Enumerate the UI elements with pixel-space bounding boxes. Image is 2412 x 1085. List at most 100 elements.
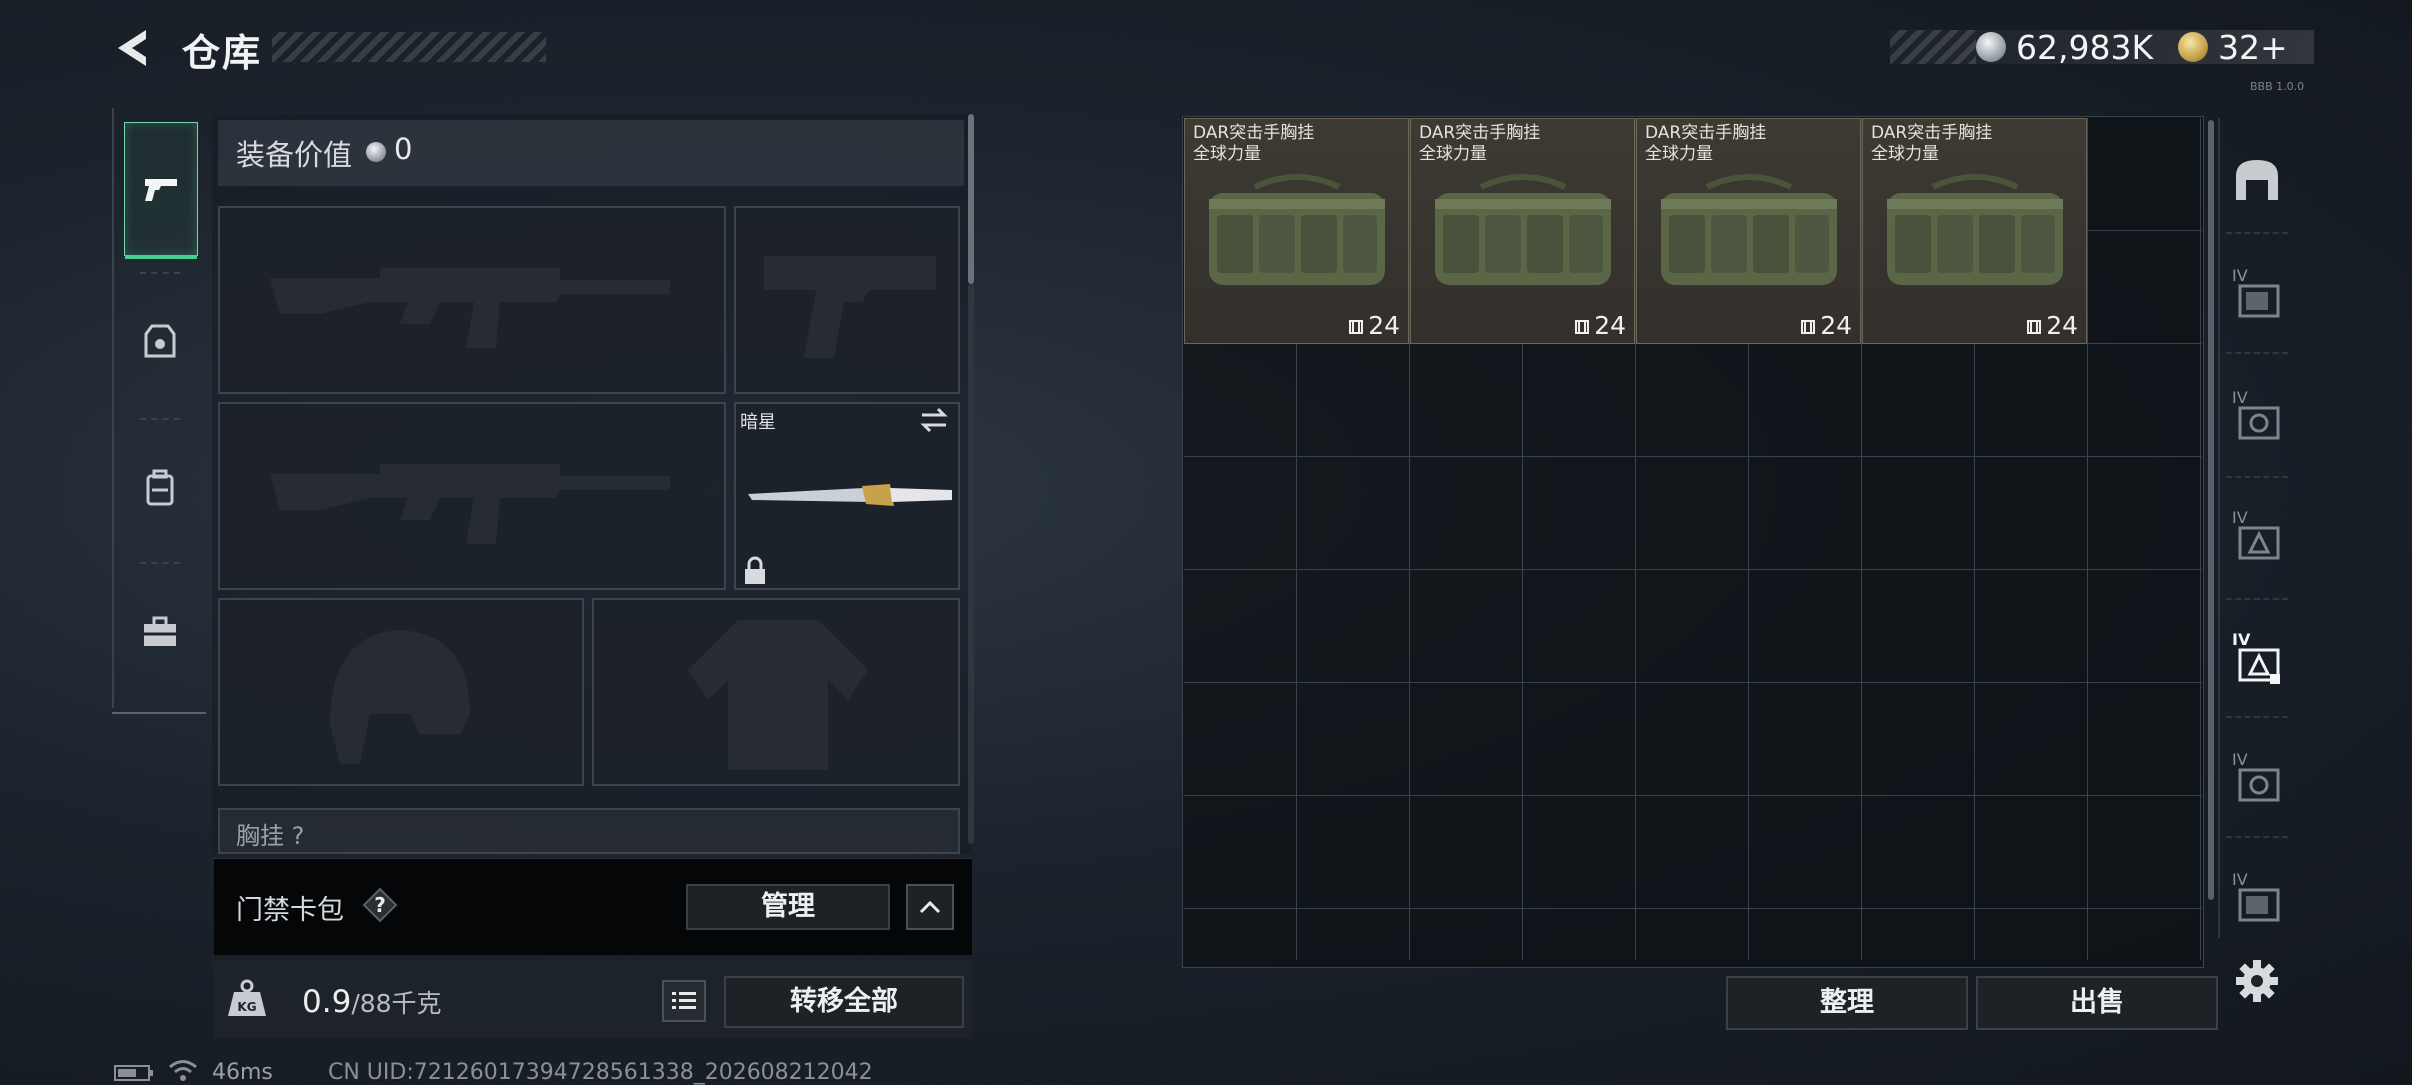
version-text: BBB 1.0.0: [2250, 80, 2305, 93]
container-tab-5[interactable]: IV: [2226, 746, 2288, 816]
item-capacity: 24: [1800, 311, 1852, 340]
toolbox-icon: [144, 616, 176, 646]
rifle-silhouette-icon: [270, 268, 670, 348]
container-tab-4-active[interactable]: IV: [2226, 626, 2288, 696]
tier-label: IV: [2232, 630, 2251, 649]
page-title: 仓库: [182, 31, 263, 75]
armor-silhouette-icon: [688, 620, 868, 770]
tier-label: IV: [2232, 750, 2248, 769]
tab-separator: [2226, 836, 2288, 838]
container-tab-2[interactable]: IV: [2226, 384, 2288, 454]
list-view-button[interactable]: [662, 980, 706, 1022]
equipment-value: 0: [394, 132, 413, 166]
chest-rig-section[interactable]: [218, 808, 960, 854]
ping-value: 46ms: [212, 1060, 273, 1085]
list-icon: [672, 992, 696, 1009]
svg-text:?: ?: [374, 893, 386, 917]
pistol-silhouette-icon: [764, 256, 936, 358]
chest-rig-bag-image: [1209, 174, 1385, 285]
tab-separator: [2226, 598, 2288, 600]
item-capacity: 24: [1574, 311, 1626, 340]
weight-kg-icon: KG: [228, 979, 266, 1016]
stash-scrollbar[interactable]: [2208, 120, 2214, 900]
helmet-slot[interactable]: [218, 598, 584, 786]
stash-item[interactable]: DAR突击手胸挂 全球力量 24: [1862, 118, 2087, 344]
title-decoration: [272, 32, 546, 62]
container-tab-1[interactable]: IV: [2226, 262, 2288, 332]
expand-button[interactable]: [906, 884, 954, 930]
equipment-scrollbar[interactable]: [968, 114, 974, 284]
pistol-slot[interactable]: [734, 206, 960, 394]
capacity-icon: [1801, 320, 1816, 334]
silver-coin-icon: [1976, 32, 2006, 62]
tab-separator: [2226, 352, 2288, 354]
chest-rig-bag-image: [1435, 174, 1611, 285]
gold-token-icon: [2178, 32, 2208, 62]
wifi-icon: [169, 1060, 197, 1081]
tier-label: IV: [2232, 508, 2248, 527]
primary-weapon-slot[interactable]: [218, 206, 726, 394]
stash-item[interactable]: DAR突击手胸挂 全球力量 24: [1184, 118, 1409, 344]
swap-icon[interactable]: [918, 406, 950, 434]
capacity-icon: [2027, 320, 2042, 334]
weight-value: 0.9/88千克: [302, 984, 442, 1020]
current-weight: 0.9: [302, 984, 352, 1020]
helmet-silhouette-icon: [330, 630, 470, 764]
money-value[interactable]: 62,983K: [2016, 28, 2153, 67]
knife-image: [748, 484, 952, 506]
chevron-up-icon: [919, 900, 941, 914]
warehouse-icon: [2236, 160, 2278, 200]
battery-icon: [114, 1065, 153, 1081]
equipment-value-label: 装备价值: [236, 138, 353, 172]
transfer-all-button[interactable]: 转移全部: [724, 976, 964, 1028]
item-name: DAR突击手胸挂 全球力量: [1193, 123, 1315, 164]
tab-separator: [140, 562, 180, 564]
stash-item[interactable]: DAR突击手胸挂 全球力量 24: [1636, 118, 1861, 344]
container-tab-stash[interactable]: [2226, 144, 2288, 214]
tier-label: IV: [2232, 870, 2248, 889]
tab-toolbox[interactable]: [124, 566, 196, 698]
keycard-label: 门禁卡包: [236, 895, 344, 926]
tabs-divider: [112, 108, 114, 708]
tab-backpack[interactable]: [124, 422, 196, 554]
back-arrow-icon[interactable]: [112, 26, 156, 70]
svg-text:KG: KG: [237, 1000, 256, 1014]
item-capacity: 24: [2026, 311, 2078, 340]
chest-rig-label: 胸挂 ?: [236, 822, 305, 850]
body-armor-slot[interactable]: [592, 598, 960, 786]
currency-decoration: [1890, 30, 1976, 64]
tab-separator: [140, 272, 180, 274]
backpack-icon: [146, 469, 174, 506]
help-icon[interactable]: ?: [362, 887, 398, 923]
tier-label: IV: [2232, 388, 2248, 407]
item-name: DAR突击手胸挂 全球力量: [1645, 123, 1767, 164]
container-tab-6[interactable]: IV: [2226, 866, 2288, 936]
manage-button[interactable]: 管理: [686, 884, 890, 930]
token-value[interactable]: 32+: [2218, 28, 2288, 67]
chest-rig-bag-image: [1887, 174, 2063, 285]
melee-item-name: 暗星: [740, 412, 776, 433]
lock-icon: [745, 556, 765, 584]
gear-icon[interactable]: [2234, 958, 2280, 1004]
chest-rig-bag-image: [1661, 174, 1837, 285]
tab-separator: [2226, 232, 2288, 234]
max-weight: /88千克: [351, 989, 442, 1018]
tier-label: IV: [2232, 266, 2248, 285]
sell-button[interactable]: 出售: [1976, 976, 2218, 1030]
tab-weapons[interactable]: [124, 122, 198, 259]
equipment-scroll-track: [968, 284, 974, 844]
item-capacity: 24: [1348, 311, 1400, 340]
secondary-weapon-slot[interactable]: [218, 402, 726, 590]
rifle-silhouette-icon: [270, 464, 670, 544]
tab-separator: [140, 418, 180, 420]
pistol-icon: [145, 179, 177, 201]
container-tab-3[interactable]: IV: [2226, 504, 2288, 574]
container-tabs-divider: [2218, 118, 2220, 938]
stash-item[interactable]: DAR突击手胸挂 全球力量 24: [1410, 118, 1635, 344]
capacity-icon: [1349, 320, 1364, 334]
item-name: DAR突击手胸挂 全球力量: [1419, 123, 1541, 164]
tab-armor[interactable]: [124, 276, 196, 408]
silver-coin-icon: [366, 142, 386, 162]
sort-button[interactable]: 整理: [1726, 976, 1968, 1030]
tab-separator: [2226, 476, 2288, 478]
